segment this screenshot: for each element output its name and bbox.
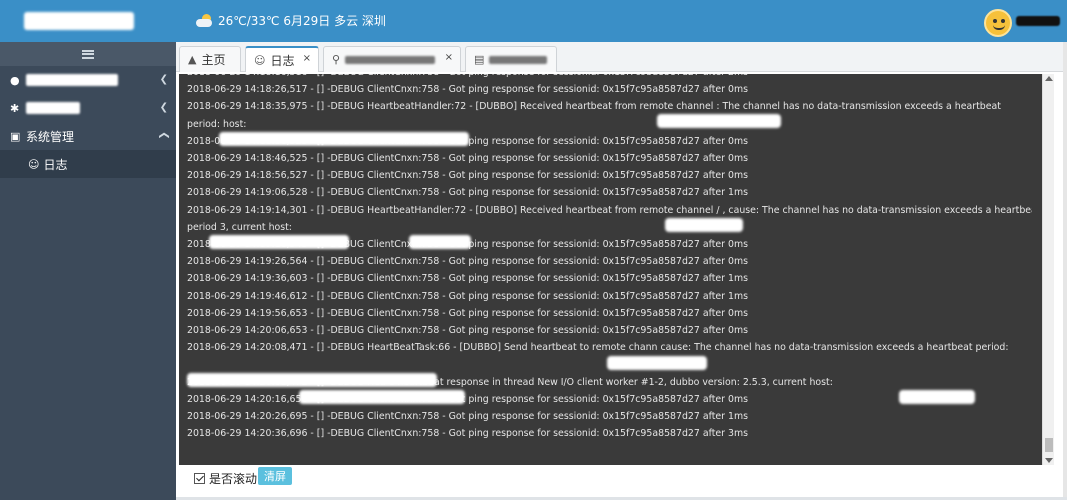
tab-bar: ▲ 主页 ☺ 日志 × ⚲ × ▤ [176, 42, 1067, 72]
redaction-mask [409, 235, 471, 249]
redacted-menu-label [26, 74, 118, 86]
hamburger-icon [82, 49, 94, 59]
chevron-up-icon: ❮ [158, 131, 170, 140]
redacted-menu-label [26, 102, 80, 114]
redacted-tab-label [489, 55, 548, 64]
sidebar-item-system-management[interactable]: ▣ 系统管理 ❮ [0, 122, 176, 150]
tab-home[interactable]: ▲ 主页 [179, 46, 241, 72]
redaction-mask [607, 356, 707, 370]
log-line: 2018-06-29 14:19:26,564 - [] -DEBUG Clie… [187, 256, 748, 268]
close-icon[interactable]: × [303, 53, 311, 64]
weather-widget: 26℃/33℃ 6月29日 多云 深圳 [196, 12, 386, 29]
redaction-mask [665, 218, 743, 232]
sidebar: ● ❮ ✱ ❮ ▣ 系统管理 ❮ ☺ 日志 [0, 42, 176, 500]
log-line: 2018-06-29 14:18:35,975 - [] -DEBUG Hear… [187, 101, 1001, 113]
redaction-mask [219, 132, 469, 146]
monitor-icon: ▣ [10, 129, 21, 143]
log-line: 2018-06-29 14:18:26,517 - [] -DEBUG Clie… [187, 84, 748, 96]
log-line: 2018-06-29 14:19:56,653 - [] -DEBUG Clie… [187, 307, 748, 319]
log-line: 2018-06-29 14:20:08,471 - [] -DEBUG Hear… [187, 342, 1009, 354]
chevron-left-icon: ❮ [159, 102, 168, 113]
tab-redacted-other[interactable]: ▤ [465, 46, 557, 72]
top-header-bar: 26℃/33℃ 6月29日 多云 深圳 [176, 0, 1067, 42]
redaction-mask [899, 390, 975, 404]
log-line: 2018-06-29 14:18:16,516 - [] -DEBUG Clie… [187, 74, 1032, 81]
scroll-down-arrow-icon[interactable] [1045, 458, 1053, 463]
redaction-mask [209, 235, 349, 249]
log-scrollbar[interactable] [1042, 74, 1054, 465]
close-icon[interactable]: × [445, 52, 453, 63]
bar-chart-icon: ▤ [474, 53, 485, 66]
redaction-mask [299, 390, 465, 404]
log-lines: 2018-06-29 14:18:16,516 - [] -DEBUG Clie… [187, 74, 1032, 442]
log-line: 2018-06-29 14:20:06,653 - [] -DEBUG Clie… [187, 325, 748, 337]
redacted-tab-label [345, 55, 436, 64]
tab-label: 日志 [270, 53, 295, 68]
redacted-username[interactable] [1016, 16, 1060, 26]
clear-screen-button[interactable]: 清屏 [258, 467, 292, 485]
scroll-up-arrow-icon[interactable] [1045, 76, 1053, 81]
sidebar-item-label: 系统管理 [26, 129, 75, 144]
auto-scroll-checkbox-group[interactable]: 是否滚动 [194, 470, 257, 487]
log-line: 2018-06-29 14:18:46,525 - [] -DEBUG Clie… [187, 153, 748, 165]
partly-cloudy-icon [196, 13, 214, 28]
log-line: 2018-06-29 14:19:06,528 - [] -DEBUG Clie… [187, 187, 748, 199]
chevron-left-icon: ❮ [159, 74, 168, 85]
sidebar-subitem-label: 日志 [43, 157, 68, 172]
log-line: 2018-06-29 14:19:46,612 - [] -DEBUG Clie… [187, 290, 748, 302]
scroll-thumb[interactable] [1045, 438, 1053, 452]
weather-text: 26℃/33℃ 6月29日 多云 深圳 [218, 14, 386, 28]
page-right-border [1063, 42, 1067, 500]
log-footer: 是否滚动 清屏 [176, 465, 1067, 500]
log-line: 2018-06-29 14:20:26,695 - [] -DEBUG Clie… [187, 411, 748, 423]
tab-redacted-search[interactable]: ⚲ × [323, 46, 461, 72]
log-output-panel[interactable]: 2018-06-29 14:18:16,516 - [] -DEBUG Clie… [179, 74, 1042, 465]
redaction-mask [187, 373, 437, 387]
auto-scroll-checkbox[interactable] [194, 473, 205, 484]
user-avatar[interactable] [984, 9, 1012, 37]
sidebar-subitem-log[interactable]: ☺ 日志 [0, 150, 176, 178]
log-line: 2018-06-29 14:18:56,527 - [] -DEBUG Clie… [187, 170, 748, 182]
log-line: period 3, current host: [187, 221, 292, 233]
app-logo [0, 0, 176, 42]
sidebar-toggle-button[interactable] [0, 42, 176, 66]
users-icon: ● [10, 73, 20, 87]
tab-label: 主页 [201, 53, 226, 67]
sidebar-item-redacted-1[interactable]: ● ❮ [0, 66, 176, 94]
log-line: 2018-06-29 14:20:36,696 - [] -DEBUG Clie… [187, 428, 748, 440]
smile-icon: ☺ [254, 53, 266, 67]
tab-log[interactable]: ☺ 日志 × [245, 46, 319, 72]
redacted-app-title [24, 12, 134, 30]
android-icon: ▲ [188, 53, 197, 66]
log-line: 2018-06-29 14:19:36,603 - [] -DEBUG Clie… [187, 273, 748, 285]
sidebar-item-redacted-2[interactable]: ✱ ❮ [0, 94, 176, 122]
log-line: 2018-06-29 14:19:14,301 - [] -DEBUG Hear… [187, 204, 1032, 216]
gear-icon: ✱ [10, 101, 20, 115]
auto-scroll-label: 是否滚动 [209, 472, 258, 486]
search-icon: ⚲ [332, 53, 341, 66]
log-line: period: host: [187, 118, 247, 130]
redaction-mask [657, 114, 781, 128]
smile-icon: ☺ [28, 157, 40, 171]
